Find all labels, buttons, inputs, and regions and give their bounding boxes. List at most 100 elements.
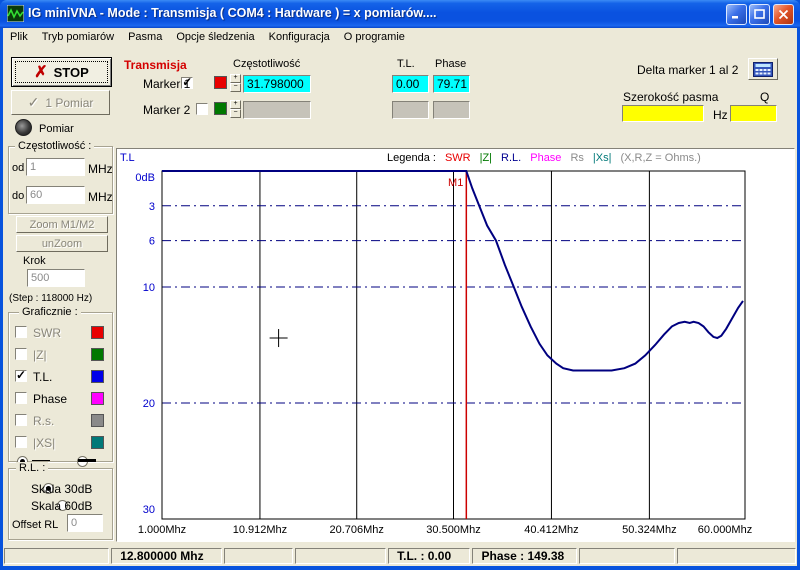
status-segment-0: [4, 548, 109, 564]
status-segment-6: [579, 548, 675, 564]
y-tick-label-4: 20: [143, 398, 155, 410]
y-tick-label-0: 0dB: [135, 172, 155, 184]
skala-60db-label: Skala 60dB: [31, 499, 92, 513]
menu-item-5[interactable]: O programie: [337, 30, 412, 44]
graficznie-label-0: SWR: [33, 326, 61, 340]
chart-panel[interactable]: T.L Legenda : SWR|Z|R.L.PhaseRs|Xs|(X,R,…: [116, 148, 795, 542]
delta-marker-label: Delta marker 1 al 2: [637, 63, 738, 77]
graficznie-swatch-4: [91, 414, 104, 427]
phase-checkbox[interactable]: [15, 392, 27, 404]
menu-bar: PlikTryb pomiarówPasmaOpcje śledzeniaKon…: [3, 28, 797, 46]
bandwidth-label: Szerokość pasma: [623, 90, 718, 104]
graficznie-label-2: T.L.: [33, 370, 52, 384]
menu-item-0[interactable]: Plik: [3, 30, 35, 44]
marker2-checkbox[interactable]: [196, 103, 208, 115]
status-segment-5: Phase : 149.38: [472, 548, 576, 564]
waveform-icon: [7, 5, 24, 22]
krok-input[interactable]: [27, 269, 85, 287]
graficznie-rows: SWR |Z| T.L. Phase R.s.|XS|: [8, 322, 113, 454]
rl-group-title: R.L. :: [16, 462, 48, 474]
menu-item-2[interactable]: Pasma: [121, 30, 169, 44]
graficznie-row-4: R.s.: [8, 410, 113, 432]
series-tl: [162, 171, 743, 371]
offset-rl-input[interactable]: [67, 514, 103, 532]
y-tick-label-1: 3: [149, 201, 155, 213]
do-unit: MHz: [88, 190, 113, 204]
graficznie-group-title: Graficznie :: [19, 306, 81, 318]
x-tick-label-2: 20.706Mhz: [330, 524, 384, 536]
graficznie-row-5: |XS|: [8, 432, 113, 454]
unzoom-label: unZoom: [42, 238, 82, 250]
graficznie-row-0: SWR: [8, 322, 113, 344]
graficznie-swatch-2: [91, 370, 104, 383]
graficznie-swatch-3: [91, 392, 104, 405]
graficznie-row-2: T.L.: [8, 366, 113, 388]
stop-button[interactable]: ✗ STOP: [11, 57, 112, 87]
unzoom-button[interactable]: unZoom: [16, 235, 108, 252]
marker2-freq-input[interactable]: [243, 101, 311, 119]
rs-checkbox[interactable]: [15, 414, 27, 426]
menu-item-3[interactable]: Opcje śledzenia: [169, 30, 261, 44]
marker2-label: Marker 2: [143, 103, 190, 117]
swr-checkbox[interactable]: [15, 326, 27, 338]
minimize-button[interactable]: [726, 4, 747, 25]
menu-item-1[interactable]: Tryb pomiarów: [35, 30, 121, 44]
checkmark-icon: ✓: [28, 94, 40, 111]
x-tick-label-3: 30.500Mhz: [426, 524, 480, 536]
title-bar[interactable]: IG miniVNA - Mode : Transmisja ( COM4 : …: [0, 0, 800, 28]
status-segment-3: [295, 548, 386, 564]
zoom-m1m2-label: Zoom M1/M2: [30, 219, 95, 231]
tl-header: T.L.: [397, 58, 415, 70]
y-tick-label-5: 30: [143, 504, 155, 516]
graficznie-swatch-1: [91, 348, 104, 361]
z-checkbox[interactable]: [15, 348, 27, 360]
menu-item-4[interactable]: Konfiguracja: [262, 30, 337, 44]
marker1-chart-label: M1: [448, 177, 463, 189]
bandwidth-input[interactable]: [622, 105, 704, 122]
freq-to-input[interactable]: [26, 186, 85, 204]
marker1-label: Marker 1: [143, 77, 190, 91]
maximize-button[interactable]: [749, 4, 770, 25]
thick-line-sample: [78, 459, 96, 462]
graficznie-swatch-0: [91, 326, 104, 339]
y-tick-label-2: 6: [149, 236, 155, 248]
x-tick-label-6: 60.000Mhz: [698, 524, 752, 536]
freq-from-input[interactable]: [26, 158, 85, 176]
offset-rl-label: Offset RL: [12, 519, 58, 531]
marker1-spinner[interactable]: +−: [230, 74, 241, 92]
step-label: (Step : 118000 Hz): [9, 293, 92, 304]
pomiar-led: [15, 119, 32, 136]
xs-checkbox[interactable]: [15, 436, 27, 448]
plot-area[interactable]: 1.000Mhz10.912Mhz20.706Mhz30.500Mhz40.41…: [117, 149, 794, 541]
graficznie-label-3: Phase: [33, 392, 67, 406]
status-segment-1: 12.800000 Mhz: [111, 548, 222, 564]
q-input[interactable]: [730, 105, 777, 122]
skala-30db-label: Skala 30dB: [31, 482, 92, 496]
status-segment-4: T.L. : 0.00: [388, 548, 470, 564]
frequency-group-title: Częstotliwość :: [15, 140, 94, 152]
pomiar-led-label: Pomiar: [39, 123, 74, 135]
do-label: do: [12, 190, 24, 202]
calculator-button[interactable]: [748, 58, 778, 80]
status-segment-2: [224, 548, 293, 564]
main-area: ✗ STOP ✓ 1 Pomiar Pomiar Częstotliwość :…: [3, 46, 797, 546]
marker2-phase-value: [433, 101, 470, 119]
mode-label: Transmisja: [124, 58, 187, 72]
phase-header: Phase: [435, 58, 466, 70]
marker1-freq-input[interactable]: [243, 75, 311, 93]
close-icon[interactable]: [773, 4, 794, 25]
od-label: od: [12, 162, 24, 174]
window-title: IG miniVNA - Mode : Transmisja ( COM4 : …: [28, 6, 437, 20]
graficznie-label-1: |Z|: [33, 348, 47, 362]
marker1-tl-value: 0.00: [392, 75, 429, 93]
focus-rect: [15, 61, 108, 83]
tl-checkbox[interactable]: [15, 370, 27, 382]
calculator-icon: [753, 62, 773, 77]
marker2-color-swatch: [214, 102, 227, 115]
q-label: Q: [760, 90, 769, 104]
one-pomiar-button[interactable]: ✓ 1 Pomiar: [11, 90, 110, 115]
marker2-spinner[interactable]: +−: [230, 100, 241, 118]
zoom-m1m2-button[interactable]: Zoom M1/M2: [16, 216, 108, 233]
marker1-color-swatch: [214, 76, 227, 89]
one-pomiar-label: 1 Pomiar: [45, 96, 93, 110]
